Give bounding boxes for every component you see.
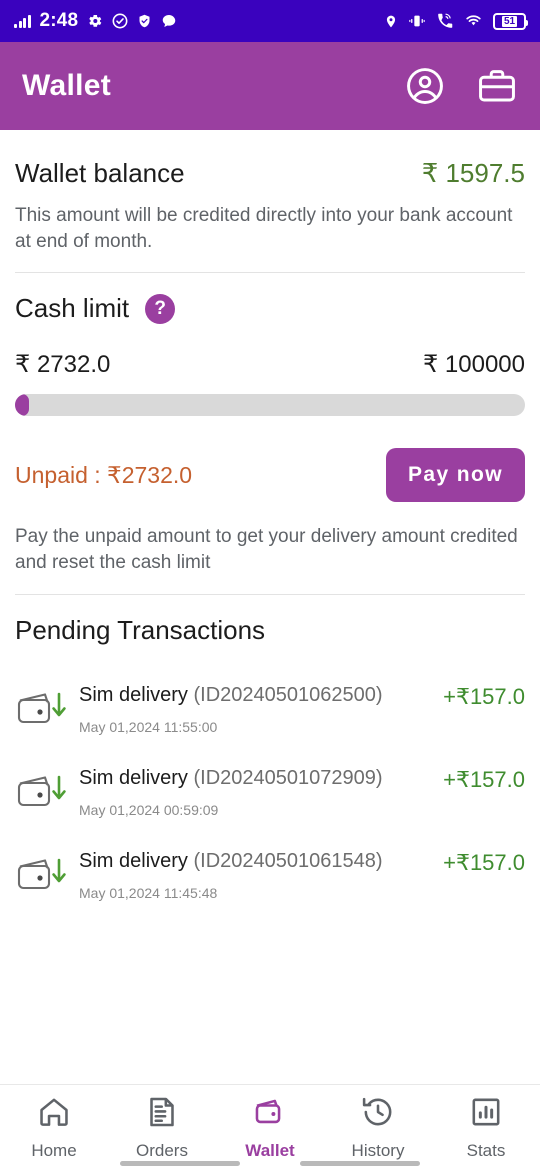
wallet-icon <box>253 1095 287 1134</box>
help-icon[interactable]: ? <box>145 293 176 324</box>
transaction-date: May 01,2024 11:45:48 <box>79 884 218 901</box>
document-list-icon <box>145 1095 179 1134</box>
transaction-details: Sim delivery (ID20240501061548) May 01,20… <box>79 848 431 901</box>
transaction-amount: +₹157.0 <box>443 849 525 875</box>
cash-limit-progress-bar <box>15 394 525 417</box>
vibrate-icon <box>409 15 425 27</box>
page-title: Wallet <box>22 69 112 102</box>
gear-icon <box>89 15 102 27</box>
nav-label: Home <box>31 1140 77 1160</box>
pending-transactions-list: Sim delivery (ID20240501062500) May 01,20… <box>15 668 525 917</box>
history-clock-icon <box>361 1095 395 1134</box>
transaction-row[interactable]: Sim delivery (ID20240501061548) May 01,20… <box>15 834 525 917</box>
transaction-date: May 01,2024 00:59:09 <box>79 801 219 818</box>
status-bar-clock: 2:48 <box>39 10 79 31</box>
wallet-in-icon <box>15 765 67 811</box>
wifi-icon <box>466 15 481 26</box>
status-bar: 2:48 51 <box>0 0 540 42</box>
status-bar-right: 51 <box>384 12 528 30</box>
wallet-balance-amount: ₹ 1597.5 <box>421 158 525 188</box>
status-bar-left: 2:48 <box>14 10 177 32</box>
transaction-id: (ID20240501072909) <box>193 766 383 789</box>
transaction-id: (ID20240501062500) <box>193 683 383 706</box>
cash-limit-progress-fill <box>15 394 29 417</box>
wallet-balance-row: Wallet balance ₹ 1597.5 <box>15 130 525 189</box>
signal-bars-icon <box>14 14 31 28</box>
cash-limit-title: Cash limit <box>15 293 130 324</box>
wallet-in-icon <box>17 692 66 723</box>
nav-label: History <box>351 1140 405 1160</box>
unpaid-note: Pay the unpaid amount to get your delive… <box>15 526 518 573</box>
transaction-id: (ID20240501061548) <box>193 849 383 872</box>
transaction-title: Sim delivery (ID20240501062500) <box>79 683 383 706</box>
nav-item-history[interactable]: History <box>324 1095 432 1161</box>
pay-now-button[interactable]: Pay now <box>386 448 525 503</box>
unpaid-row: Unpaid : ₹2732.0 Pay now <box>15 448 525 503</box>
bottom-navigation-bar: Home Orders Wallet History Stats <box>0 1084 540 1170</box>
transaction-row[interactable]: Sim delivery (ID20240501072909) May 01,20… <box>15 751 525 834</box>
shield-check-icon <box>139 14 150 28</box>
pending-transactions-title: Pending Transactions <box>15 614 266 645</box>
wallet-in-icon <box>17 775 66 806</box>
main-content: Wallet balance ₹ 1597.5 This amount will… <box>0 130 540 917</box>
transaction-amount: +₹157.0 <box>443 683 525 709</box>
transaction-title: Sim delivery (ID20240501072909) <box>79 766 383 789</box>
nav-item-stats[interactable]: Stats <box>432 1095 540 1161</box>
wallet-in-icon <box>15 682 67 728</box>
transaction-amount: +₹157.0 <box>443 766 525 792</box>
cash-limit-total: ₹ 100000 <box>422 351 525 379</box>
nav-label: Stats <box>466 1140 506 1160</box>
chat-bubble-icon <box>163 15 176 27</box>
wallet-in-icon <box>15 848 67 894</box>
transaction-row[interactable]: Sim delivery (ID20240501062500) May 01,20… <box>15 668 525 751</box>
nav-label: Orders <box>136 1140 188 1160</box>
transaction-date: May 01,2024 11:55:00 <box>79 718 218 735</box>
app-bar: Wallet <box>0 42 540 130</box>
app-bar-actions <box>404 65 518 107</box>
wifi-calling-icon <box>438 13 453 28</box>
nav-item-home[interactable]: Home <box>0 1095 108 1161</box>
battery-icon: 51 <box>493 12 528 30</box>
transaction-details: Sim delivery (ID20240501062500) May 01,20… <box>79 682 431 735</box>
home-icon <box>37 1095 71 1134</box>
nav-item-wallet[interactable]: Wallet <box>216 1095 324 1161</box>
bar-chart-icon <box>469 1095 503 1134</box>
unpaid-amount-label: Unpaid : ₹2732.0 <box>15 461 193 488</box>
account-circle-icon[interactable] <box>404 65 446 107</box>
wallet-balance-note: This amount will be credited directly in… <box>15 205 513 252</box>
cash-limit-used: ₹ 2732.0 <box>15 351 111 379</box>
location-pin-icon <box>386 15 396 27</box>
gesture-indicator <box>0 1161 540 1166</box>
cash-limit-values: ₹ 2732.0 ₹ 100000 <box>15 350 525 379</box>
briefcase-icon[interactable] <box>476 65 518 107</box>
cash-limit-header: Cash limit ? <box>15 273 525 324</box>
transaction-title: Sim delivery (ID20240501061548) <box>79 849 383 872</box>
wallet-in-icon <box>17 858 66 889</box>
nav-item-orders[interactable]: Orders <box>108 1095 216 1161</box>
check-circle-icon <box>112 13 128 29</box>
transaction-details: Sim delivery (ID20240501072909) May 01,20… <box>79 765 431 818</box>
battery-level: 51 <box>501 15 518 27</box>
wallet-balance-label: Wallet balance <box>15 158 185 188</box>
nav-label: Wallet <box>245 1140 295 1160</box>
